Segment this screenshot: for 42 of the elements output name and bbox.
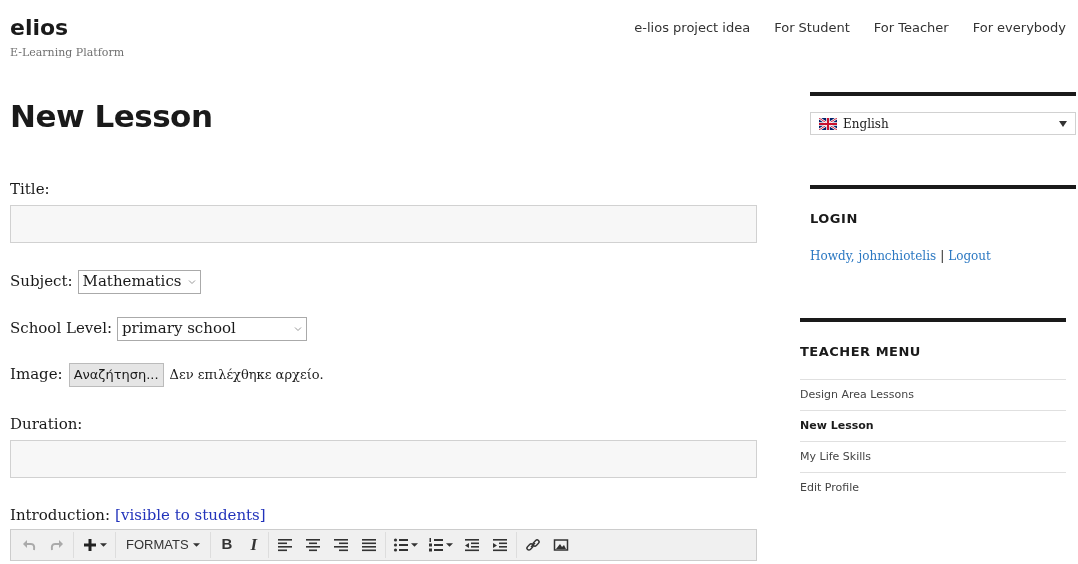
menu-item[interactable]: My Life Skills [800,441,1066,472]
italic-button[interactable]: I [241,531,267,558]
language-select[interactable]: English [810,112,1076,135]
caret-icon [192,542,200,547]
nav-link[interactable]: For Teacher [873,18,949,38]
nav-link[interactable]: e-lios project idea [634,18,751,38]
caret-icon [100,542,107,547]
browse-button[interactable]: Αναζήτηση... [68,362,164,387]
site-title[interactable]: elios [10,14,125,42]
plus-icon [82,536,98,553]
nav-link[interactable]: For Student [774,18,850,38]
formats-dropdown[interactable]: FORMATS [118,531,208,558]
field-label: Image: [10,364,63,386]
chevron-icon [294,325,302,332]
school-level-select[interactable]: primary school [117,316,307,341]
separator-text: | [940,247,945,265]
subject-select[interactable]: Mathematics [77,269,201,294]
chevron-icon [187,278,196,285]
field-label: Subject: [10,271,73,293]
logout-link[interactable]: Logout [948,246,991,265]
widget-heading: TEACHER MENU [800,342,922,361]
caret-icon [411,542,419,547]
dropdown-arrow-icon [1059,120,1067,127]
menu-item[interactable]: Design Area Lessons [800,379,1066,410]
field-label: Title: [10,179,51,200]
caret-icon [446,542,454,547]
field-label: Duration: [10,413,84,435]
greeting-link[interactable]: Howdy, johnchiotelis [810,246,937,265]
uk-flag-icon [819,117,837,130]
menu-item[interactable]: Edit Profile [800,472,1066,503]
widget-heading: LOGIN [810,210,859,228]
nav-link[interactable]: For everybody [972,18,1066,38]
page-heading: New Lesson [10,97,214,136]
file-status: Δεν επιλέχθηκε αρχείο. [169,365,324,384]
field-label: School Level: [10,318,112,340]
field-label: Introduction: [10,505,111,526]
bold-button[interactable]: B [212,531,242,558]
site-tagline: E-Learning Platform [10,45,125,61]
bullet-list-icon [393,536,410,553]
visibility-link[interactable]: [visible to students] [115,504,266,527]
menu-item[interactable]: New Lesson [800,410,1066,441]
numbered-list-icon [428,536,445,553]
